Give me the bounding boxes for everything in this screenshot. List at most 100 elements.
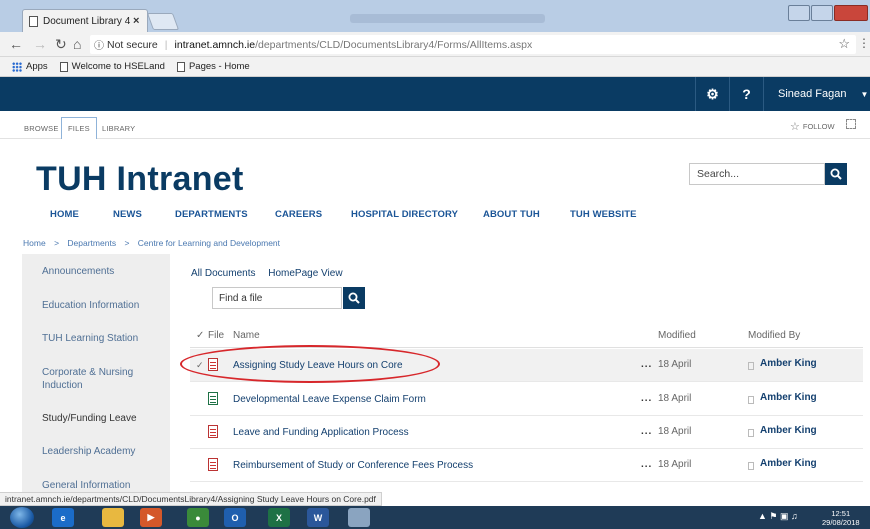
row-menu-button[interactable]: ... [641,426,652,437]
bookmark-pages-home[interactable]: Pages - Home [176,61,250,72]
bookmark-hseland[interactable]: Welcome to HSELand [59,61,165,72]
leftnav-tuh-learning-station[interactable]: TUH Learning Station [42,333,162,346]
modified-by-link[interactable]: Amber King [760,358,817,369]
system-tray[interactable]: ▲ ⚑ ▣ ♫ [758,511,798,522]
file-name-link[interactable]: Developmental Leave Expense Claim Form [233,394,426,405]
row-menu-button[interactable]: ... [641,393,652,404]
tab-files[interactable]: FILES [61,117,97,139]
table-row[interactable]: Reimbursement of Study or Conference Fee… [190,449,863,482]
minimize-button[interactable] [788,5,810,21]
excel-icon[interactable]: X [268,508,290,527]
nav-departments[interactable]: DEPARTMENTS [175,209,248,220]
info-icon[interactable]: ⓘ [94,37,104,52]
file-explorer-icon[interactable] [102,508,124,527]
browser-menu-icon[interactable]: ⋮ [858,36,870,50]
not-secure-label: Not secure [107,38,158,51]
modified-date: 18 April [658,426,692,437]
user-menu[interactable]: Sinead Fagan ▼ [763,77,870,111]
internet-explorer-icon[interactable]: e [52,508,74,527]
page-icon [176,61,185,72]
nav-hospital-directory[interactable]: HOSPITAL DIRECTORY [351,209,458,220]
close-window-button[interactable] [834,5,868,21]
bookmarks-bar: Apps Welcome to HSELand Pages - Home [0,57,870,77]
leftnav-education-information[interactable]: Education Information [42,300,162,313]
file-name-link[interactable]: Reimbursement of Study or Conference Fee… [233,460,473,471]
presence-icon [748,429,754,437]
select-all-check[interactable]: ✓ [196,330,204,341]
table-row[interactable]: Leave and Funding Application Process ..… [190,416,863,449]
left-navigation: Announcements Education Information TUH … [22,254,170,499]
back-icon[interactable]: ← [9,36,23,52]
apps-grid-icon [12,61,22,72]
help-icon[interactable]: ? [729,77,763,111]
url-path: /departments/CLD/DocumentsLibrary4/Forms… [255,38,533,51]
url-separator: | [164,38,168,51]
view-all-documents[interactable]: All Documents [191,268,255,279]
site-title[interactable]: TUH Intranet [36,160,244,199]
column-modified-by[interactable]: Modified By [748,330,800,341]
breadcrumb-departments[interactable]: Departments [67,238,116,248]
bookmark-label: Welcome to HSELand [71,61,165,72]
new-tab-button[interactable] [146,13,180,30]
leftnav-general-information[interactable]: General Information [42,480,162,493]
maximize-button[interactable] [811,5,833,21]
list-header: ✓ File Name Modified Modified By [190,322,863,348]
bookmark-apps[interactable]: Apps [12,61,48,72]
clock-time: 12:51 [831,509,851,518]
nav-news[interactable]: NEWS [113,209,142,220]
leftnav-corporate-nursing-induction[interactable]: Corporate & Nursing Induction [42,367,162,392]
column-file[interactable]: File [208,330,224,341]
leftnav-announcements[interactable]: Announcements [42,266,162,279]
taskbar-clock[interactable]: 12:51 29/08/2018 [822,509,860,527]
tab-library[interactable]: LIBRARY [96,117,141,139]
search-button[interactable] [825,163,847,185]
nav-tuh-website[interactable]: TUH WEBSITE [570,209,637,220]
presence-icon [748,396,754,404]
find-file-button[interactable] [343,287,365,309]
modified-by-link[interactable]: Amber King [760,458,817,469]
pdf-file-icon [208,425,218,438]
outlook-icon[interactable]: O [224,508,246,527]
nav-careers[interactable]: CAREERS [275,209,322,220]
focus-content-icon[interactable] [846,119,856,129]
chrome-icon[interactable]: ● [187,508,209,527]
view-homepage[interactable]: HomePage View [268,268,342,279]
breadcrumb-home[interactable]: Home [23,238,46,248]
bookmark-star-icon[interactable]: ☆ [838,36,850,52]
tab-browse[interactable]: BROWSE [18,117,65,139]
nav-home[interactable]: HOME [50,209,79,220]
nav-about-tuh[interactable]: ABOUT TUH [483,209,540,220]
row-menu-button[interactable]: ... [641,459,652,470]
browser-tab-title: Document Library 4 - All [43,15,133,27]
column-modified[interactable]: Modified [658,330,696,341]
column-name[interactable]: Name [233,330,260,341]
document-app-icon[interactable] [348,508,370,527]
leftnav-study-funding-leave[interactable]: Study/Funding Leave [42,413,162,426]
presence-icon [748,462,754,470]
home-icon[interactable]: ⌂ [73,36,81,52]
tab-close-icon[interactable]: × [133,15,147,27]
browser-tab[interactable]: Document Library 4 - All × [22,9,148,32]
reload-icon[interactable]: ↻ [55,36,67,53]
breadcrumb-cld[interactable]: Centre for Learning and Development [138,238,280,248]
file-name-link[interactable]: Leave and Funding Application Process [233,427,409,438]
row-menu-button[interactable]: ... [641,359,652,370]
follow-button[interactable]: ☆ FOLLOW [790,120,835,133]
pdf-file-icon [208,458,218,471]
forward-icon[interactable]: → [33,36,47,52]
url-field[interactable]: ⓘ Not secure | intranet.amnch.ie /depart… [90,35,856,54]
star-icon: ☆ [790,121,800,133]
leftnav-leadership-academy[interactable]: Leadership Academy [42,446,162,459]
media-player-icon[interactable]: ▶ [140,508,162,527]
modified-by-link[interactable]: Amber King [760,392,817,403]
breadcrumb-separator: > [124,238,130,248]
table-row[interactable]: Developmental Leave Expense Claim Form .… [190,383,863,416]
modified-by-link[interactable]: Amber King [760,425,817,436]
search-input[interactable]: Search... [689,163,825,185]
start-button[interactable] [10,507,34,528]
settings-gear-icon[interactable]: ⚙ [695,77,729,111]
find-file-input[interactable]: Find a file [212,287,342,309]
library-views: All Documents HomePage View [191,268,353,279]
word-icon[interactable]: W [307,508,329,527]
clock-date: 29/08/2018 [822,518,860,527]
